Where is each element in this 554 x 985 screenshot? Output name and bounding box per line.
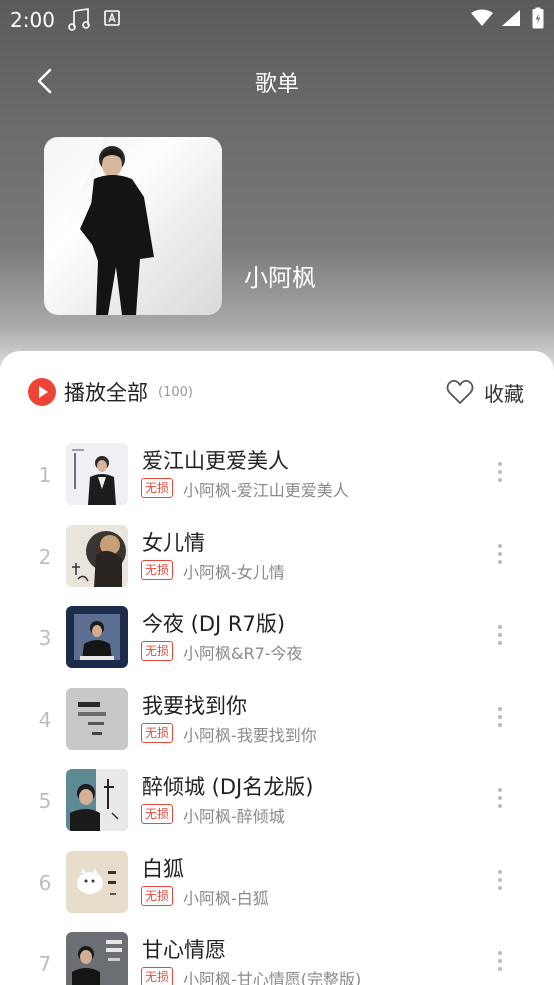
song-thumbnail	[66, 606, 128, 668]
song-index: 7	[38, 952, 52, 976]
signal-icon	[502, 10, 520, 26]
song-row[interactable]: 5 醉倾城 (DJ名龙版) 无损 小阿枫-醉倾城	[0, 767, 554, 849]
song-title: 爱江山更爱美人	[142, 449, 289, 473]
lossless-badge: 无损	[141, 885, 174, 906]
song-subtitle: 小阿枫&R7-今夜	[183, 644, 303, 663]
song-subtitle: 小阿枫-我要找到你	[183, 725, 317, 745]
play-all-label: 播放全部	[64, 381, 148, 405]
collect-label: 收藏	[484, 381, 524, 406]
heart-icon	[446, 380, 474, 404]
song-subtitle: 小阿枫-醉倾城	[183, 807, 285, 826]
song-thumbnail	[66, 687, 128, 750]
battery-icon	[532, 7, 544, 29]
song-thumbnail	[66, 850, 128, 913]
song-title: 今夜 (DJ R7版)	[142, 612, 286, 636]
song-row[interactable]: 4 我要找到你 无损 小阿枫-我要找到你	[0, 686, 554, 768]
more-options-icon[interactable]	[490, 459, 510, 489]
notification-a-icon	[104, 10, 120, 26]
song-title: 甘心情愿	[142, 938, 226, 962]
playlist-name: 小阿枫	[244, 264, 316, 292]
song-index: 1	[38, 463, 52, 487]
play-icon	[28, 378, 56, 406]
more-options-icon[interactable]	[490, 867, 510, 897]
song-subtitle: 小阿枫-爱江山更爱美人	[183, 481, 349, 500]
lossless-badge: 无损	[141, 804, 174, 824]
song-row[interactable]: 3 今夜 (DJ R7版) 无损 小阿枫&R7-今夜	[0, 604, 554, 686]
wifi-icon	[471, 9, 493, 26]
page-title: 歌单	[254, 72, 299, 97]
song-title: 白狐	[142, 856, 184, 881]
song-list-sheet: 播放全部 (100) 收藏 1 爱江山更爱美人 无损 小阿枫-爱江山更爱美人 2…	[0, 351, 554, 985]
lossless-badge: 无损	[141, 967, 174, 985]
song-row[interactable]: 6 白狐 无损 小阿枫-白狐	[0, 849, 554, 931]
status-bar: 2:00	[0, 0, 554, 40]
song-list: 1 爱江山更爱美人 无损 小阿枫-爱江山更爱美人 2 女儿情 无损 小阿枫-女儿…	[0, 441, 554, 985]
more-options-icon[interactable]	[490, 622, 510, 652]
song-row[interactable]: 7 甘心情愿 无损 小阿枫-甘心情愿(完整版)	[0, 930, 554, 985]
song-subtitle: 小阿枫-甘心情愿(完整版)	[183, 970, 362, 985]
lossless-badge: 无损	[141, 478, 174, 498]
song-index: 4	[38, 707, 52, 732]
song-index: 2	[38, 544, 52, 569]
collect-button[interactable]: 收藏	[446, 377, 524, 407]
music-note-icon	[68, 8, 90, 31]
playlist-cover	[44, 137, 222, 315]
more-options-icon[interactable]	[490, 785, 510, 815]
play-all-button[interactable]: 播放全部 (100)	[28, 377, 193, 407]
song-title: 女儿情	[142, 530, 205, 555]
song-subtitle: 小阿枫-女儿情	[183, 562, 285, 582]
song-index: 3	[38, 626, 52, 650]
more-options-icon[interactable]	[490, 948, 510, 978]
song-thumbnail	[66, 932, 128, 985]
song-thumbnail	[66, 769, 128, 831]
song-thumbnail	[66, 443, 128, 505]
song-row[interactable]: 1 爱江山更爱美人 无损 小阿枫-爱江山更爱美人	[0, 441, 554, 523]
status-time: 2:00	[10, 8, 55, 32]
song-subtitle: 小阿枫-白狐	[183, 888, 269, 908]
song-index: 5	[38, 789, 52, 813]
cover-artist-illustration	[44, 137, 154, 315]
song-index: 6	[38, 870, 52, 895]
more-options-icon[interactable]	[490, 704, 510, 734]
song-thumbnail	[66, 524, 128, 587]
song-title: 醉倾城 (DJ名龙版)	[142, 775, 314, 799]
song-row[interactable]: 2 女儿情 无损 小阿枫-女儿情	[0, 523, 554, 605]
more-options-icon[interactable]	[490, 541, 510, 571]
song-title: 我要找到你	[142, 693, 247, 718]
lossless-badge: 无损	[141, 559, 174, 580]
lossless-badge: 无损	[141, 722, 174, 743]
lossless-badge: 无损	[141, 641, 174, 661]
song-count: (100)	[158, 384, 193, 400]
